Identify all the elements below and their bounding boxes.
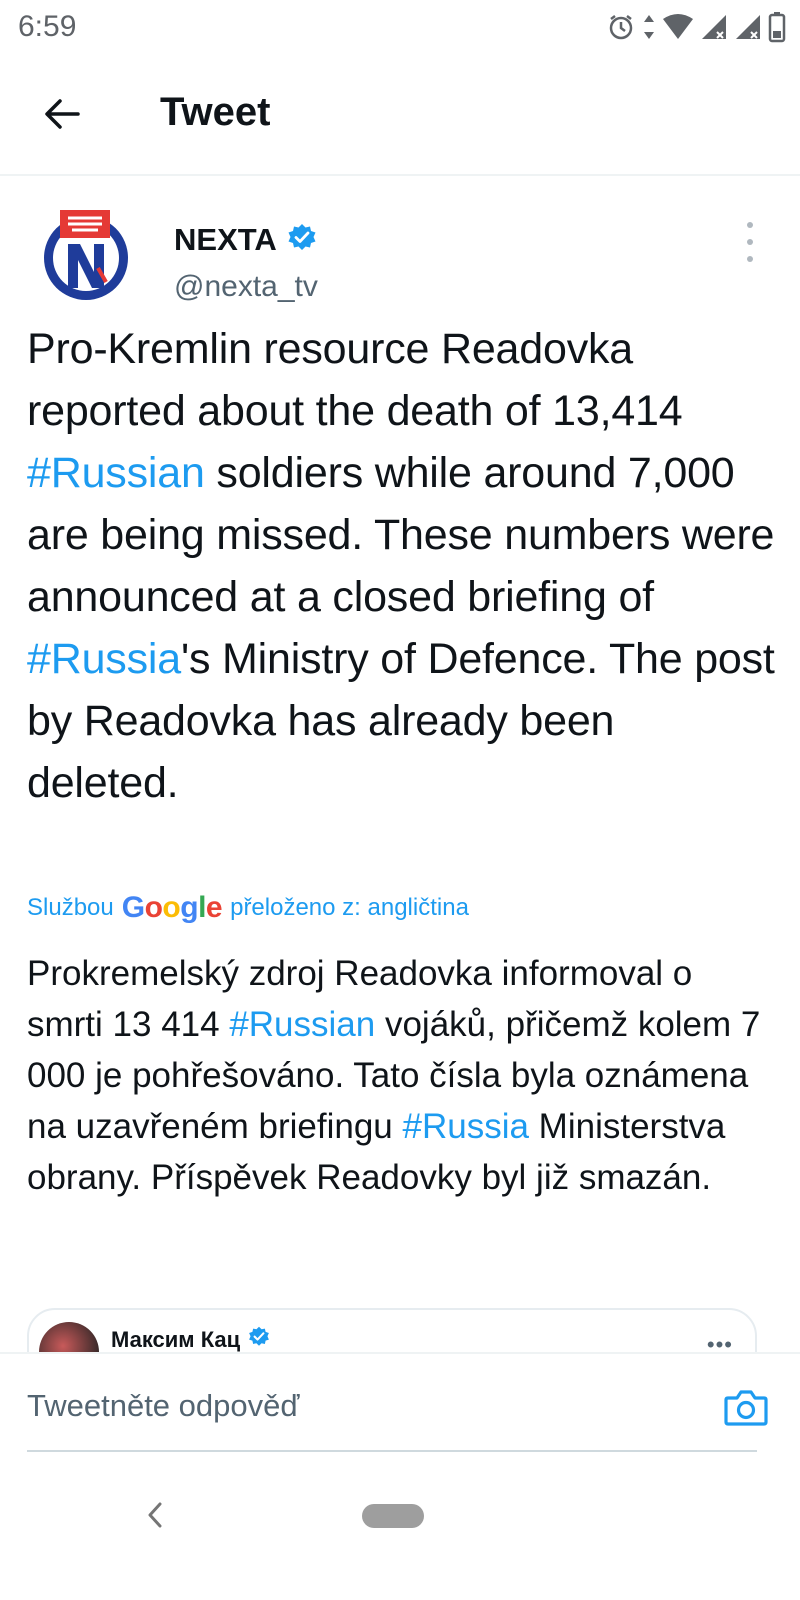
- dot: [747, 239, 753, 245]
- translation-prefix: Službou: [27, 894, 114, 921]
- avatar[interactable]: [40, 210, 132, 302]
- quoted-author-name: Максим Кац: [111, 1326, 241, 1352]
- hashtag-link[interactable]: #Russia: [27, 635, 181, 683]
- verified-badge-icon: [287, 223, 317, 258]
- camera-button[interactable]: [722, 1384, 770, 1432]
- back-arrow-icon: [45, 99, 80, 129]
- author-name-row[interactable]: NEXTA: [174, 222, 317, 258]
- page-title: Tweet: [160, 90, 271, 134]
- system-back-button[interactable]: [140, 1500, 170, 1530]
- system-home-pill[interactable]: [362, 1504, 424, 1528]
- camera-icon: [724, 1390, 768, 1426]
- system-nav-bar: [0, 1480, 800, 1600]
- hashtag-link[interactable]: #Russian: [27, 449, 205, 497]
- translated-text: Prokremelský zdroj Readovka informoval o…: [27, 948, 777, 1203]
- google-logo: Google: [121, 891, 223, 924]
- wifi-icon: [662, 13, 694, 41]
- status-time: 6:59: [18, 10, 77, 43]
- dot: [747, 222, 753, 228]
- status-bar: 6:59: [0, 0, 800, 56]
- app-header: Tweet: [0, 60, 800, 176]
- battery-icon: [768, 11, 786, 43]
- quoted-author-row: Максим Кац: [111, 1326, 270, 1353]
- verified-badge-icon: [248, 1326, 270, 1353]
- translation-suffix: přeloženo z: angličtina: [230, 894, 469, 921]
- signal-icon: [700, 13, 728, 41]
- data-arrows-icon: [642, 12, 656, 42]
- author-handle[interactable]: @nexta_tv: [174, 270, 318, 304]
- reply-bar: [0, 1352, 800, 1472]
- hashtag-link[interactable]: #Russia: [403, 1107, 529, 1146]
- author-name: NEXTA: [174, 222, 277, 257]
- tweet-text-part: Pro-Kremlin resource Readovka reported a…: [27, 325, 683, 435]
- translation-attribution[interactable]: Službou Google přeloženo z: angličtina: [27, 891, 469, 925]
- dot: [747, 256, 753, 262]
- more-options-button[interactable]: [738, 222, 762, 262]
- signal-no-service-icon: [734, 13, 762, 41]
- alarm-icon: [606, 12, 636, 42]
- chevron-left-icon: [148, 1502, 162, 1528]
- hashtag-link[interactable]: #Russian: [229, 1005, 375, 1044]
- reply-input[interactable]: [27, 1354, 757, 1452]
- tweet-text: Pro-Kremlin resource Readovka reported a…: [27, 318, 777, 814]
- status-icons: [606, 10, 786, 44]
- nexta-logo-icon: [44, 210, 128, 300]
- back-button[interactable]: [36, 88, 88, 140]
